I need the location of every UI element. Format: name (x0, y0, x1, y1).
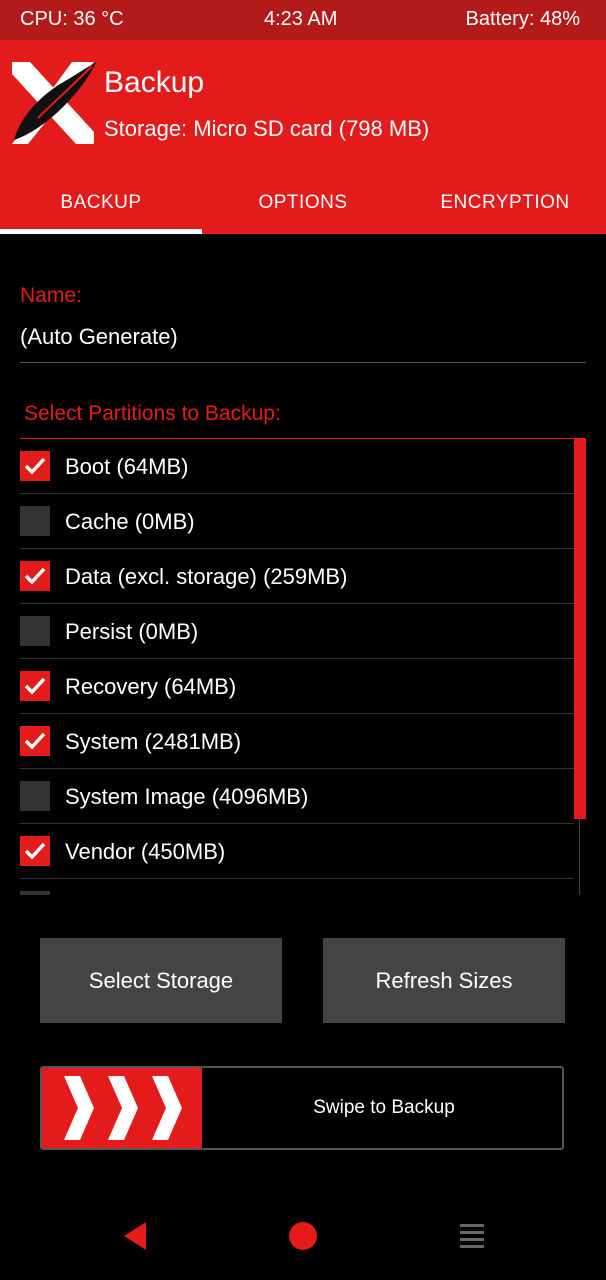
partition-row-system[interactable]: System (2481MB) (20, 714, 574, 769)
checkmark-icon (24, 677, 46, 695)
cpu-temp: CPU: 36 °C (20, 8, 124, 30)
tab-options[interactable]: OPTIONS (202, 186, 404, 232)
partition-label: Data (excl. storage) (259MB) (65, 564, 348, 589)
checkbox-cache[interactable] (20, 506, 50, 536)
swipe-to-backup-slider[interactable]: Swipe to Backup (40, 1066, 564, 1150)
partition-label: Cache (0MB) (65, 509, 195, 534)
back-icon[interactable] (120, 1216, 150, 1261)
twrp-logo-icon (8, 58, 98, 148)
tab-backup[interactable]: BACKUP (0, 186, 202, 232)
checkmark-icon (24, 732, 46, 750)
checkbox-recovery[interactable] (20, 671, 50, 701)
checkbox-system[interactable] (20, 726, 50, 756)
partition-label: Recovery (64MB) (65, 674, 237, 699)
tab-encryption[interactable]: ENCRYPTION (404, 186, 606, 232)
checkbox-data[interactable] (20, 561, 50, 591)
checkmark-icon (24, 567, 46, 585)
active-tab-indicator (0, 229, 202, 234)
checkbox-boot[interactable] (20, 451, 50, 481)
partition-label: Boot (64MB) (65, 454, 189, 479)
partition-list[interactable]: Boot (64MB) Cache (0MB) Data (excl. stor… (20, 439, 574, 895)
scrollbar-track (579, 819, 580, 895)
select-storage-button[interactable]: Select Storage (40, 938, 282, 1023)
app-header: Backup Storage: Micro SD card (798 MB) B… (0, 40, 606, 234)
checkbox-persist[interactable] (20, 616, 50, 646)
triple-chevron-icon (64, 1076, 182, 1140)
list-scrollbar[interactable] (574, 439, 586, 819)
name-underline (20, 362, 586, 363)
home-icon[interactable] (287, 1216, 319, 1261)
partition-row-boot[interactable]: Boot (64MB) (20, 439, 574, 494)
checkbox-partial[interactable] (20, 891, 50, 895)
partitions-label: Select Partitions to Backup: (24, 402, 281, 425)
checkbox-vendor[interactable] (20, 836, 50, 866)
checkmark-icon (24, 457, 46, 475)
partition-label: System Image (4096MB) (65, 784, 309, 809)
partition-row-partial[interactable] (20, 879, 574, 895)
partition-row-recovery[interactable]: Recovery (64MB) (20, 659, 574, 714)
menu-icon[interactable] (458, 1216, 486, 1261)
checkmark-icon (24, 842, 46, 860)
battery-level: Battery: 48% (465, 8, 580, 30)
status-bar: CPU: 36 °C 4:23 AM Battery: 48% (0, 0, 606, 40)
clock: 4:23 AM (264, 8, 338, 30)
storage-info[interactable]: Storage: Micro SD card (798 MB) (104, 116, 429, 142)
checkbox-system-image[interactable] (20, 781, 50, 811)
refresh-sizes-button[interactable]: Refresh Sizes (323, 938, 565, 1023)
partition-label: Persist (0MB) (65, 619, 199, 644)
backup-name-input[interactable]: (Auto Generate) (20, 324, 178, 350)
swipe-handle[interactable] (42, 1068, 202, 1148)
page-title: Backup (104, 66, 205, 99)
partition-row-data[interactable]: Data (excl. storage) (259MB) (20, 549, 574, 604)
partition-label: Vendor (450MB) (65, 839, 226, 864)
partition-row-cache[interactable]: Cache (0MB) (20, 494, 574, 549)
partition-row-vendor[interactable]: Vendor (450MB) (20, 824, 574, 879)
name-label: Name: (20, 284, 82, 307)
partition-label: System (2481MB) (65, 729, 242, 754)
partition-row-system-image[interactable]: System Image (4096MB) (20, 769, 574, 824)
swipe-label: Swipe to Backup (313, 1097, 455, 1118)
partition-row-persist[interactable]: Persist (0MB) (20, 604, 574, 659)
